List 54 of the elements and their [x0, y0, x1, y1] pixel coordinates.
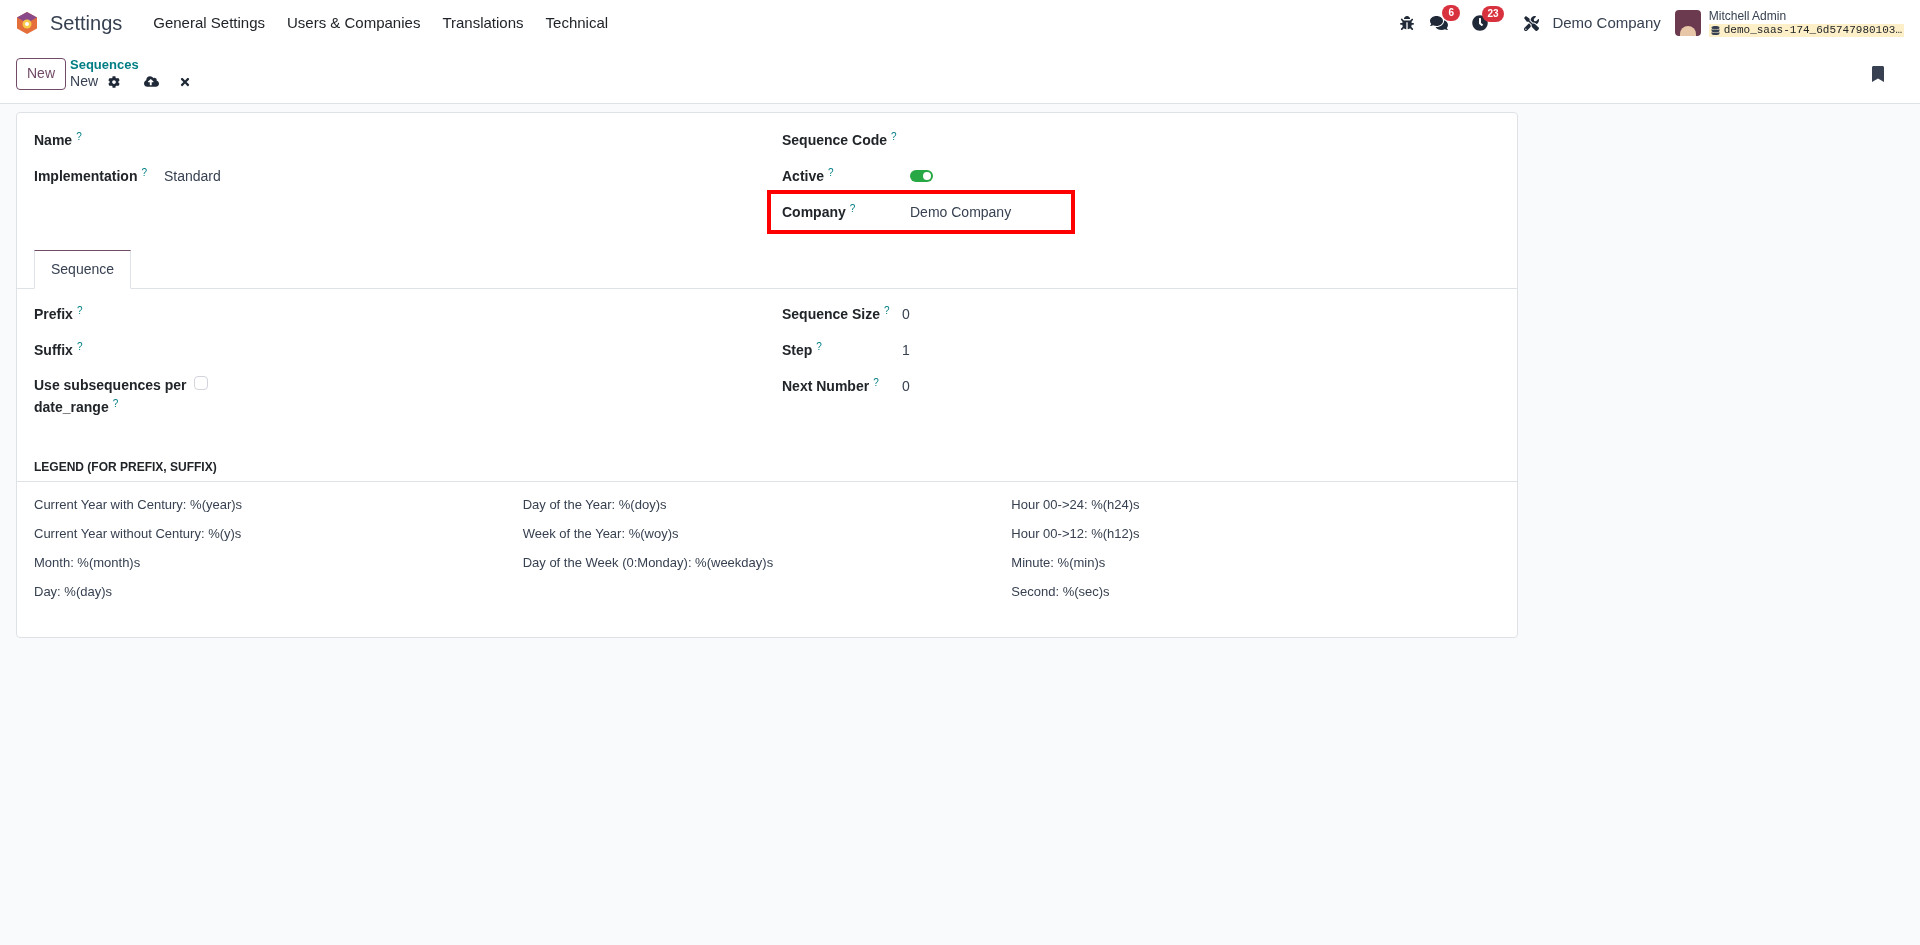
menu-item[interactable]: General Settings — [142, 11, 276, 35]
section-title: LEGEND (FOR PREFIX, SUFFIX) — [34, 460, 217, 474]
field-value[interactable]: 0 — [902, 303, 910, 325]
field-label: Prefix$^{?}$ — [34, 306, 83, 322]
menu-item[interactable]: Technical — [534, 11, 620, 35]
legend-text: Hour 00->12: %(h12)s — [1011, 525, 1141, 543]
bug-icon[interactable] — [1400, 16, 1415, 30]
company-switcher[interactable]: Demo Company — [1552, 11, 1661, 35]
legend-text: Week of the Year: %(woy)s — [522, 525, 680, 543]
field-label: Company$^{?}$ — [782, 203, 856, 220]
count-badge: 23 — [1482, 6, 1504, 22]
breadcrumb-link[interactable]: Sequences — [70, 56, 192, 73]
settings-icon[interactable] — [108, 75, 121, 88]
avatar[interactable] — [1674, 10, 1701, 36]
checkbox[interactable] — [194, 376, 208, 390]
field-label: Suffix$^{?}$ — [34, 342, 83, 358]
tools-icon[interactable] — [1524, 15, 1540, 31]
legend-text: Current Year with Century: %(year)s — [34, 496, 244, 514]
field-value[interactable]: Demo Company — [910, 201, 1012, 223]
menu-item[interactable]: Users & Companies — [276, 11, 432, 35]
field-label: Implementation$^{?}$ — [34, 167, 148, 184]
legend-text: Hour 00->24: %(h24)s — [1011, 496, 1141, 514]
database-name: demo_saas-174_6d5747980103… — [1723, 23, 1902, 38]
close-icon[interactable] — [179, 75, 192, 88]
legend-text: Minute: %(min)s — [1011, 554, 1107, 572]
field-label: Use subsequences per date_range$^{?}$ — [34, 377, 187, 415]
database-icon — [1710, 26, 1720, 35]
legend-text: Second: %(sec)s — [1011, 583, 1111, 601]
field-value[interactable]: 0 — [902, 375, 910, 397]
menu-item[interactable]: Translations — [431, 11, 535, 35]
legend-text: Month: %(month)s — [34, 554, 142, 572]
form-tab[interactable]: Sequence — [34, 250, 132, 289]
field-label: Name$^{?}$ — [34, 131, 82, 148]
user-name[interactable]: Mitchell Admin — [1708, 8, 1904, 24]
field-label: Sequence Size$^{?}$ — [782, 305, 890, 322]
chat-icon[interactable] — [1430, 14, 1449, 32]
field-label: Next Number$^{?}$ — [782, 377, 879, 394]
field-value[interactable]: Standard — [164, 165, 221, 187]
field-label: Sequence Code$^{?}$ — [782, 131, 897, 148]
new-button[interactable]: New — [16, 57, 66, 90]
legend-text: Day of the Week (0:Monday): %(weekday)s — [522, 554, 775, 572]
field-label: Step$^{?}$ — [782, 341, 822, 358]
legend-text: Day: %(day)s — [34, 583, 114, 601]
logo-icon — [16, 11, 38, 35]
legend-text: Current Year without Century: %(y)s — [34, 525, 243, 543]
field-value[interactable]: 1 — [902, 339, 910, 361]
save-icon[interactable] — [144, 74, 160, 90]
count-badge: 6 — [1442, 5, 1460, 21]
field-label: Active$^{?}$ — [782, 167, 834, 184]
record-title: New — [70, 72, 99, 91]
app-title[interactable]: Settings — [50, 8, 123, 38]
toggle-switch[interactable] — [910, 170, 933, 182]
bookmark-icon[interactable] — [1870, 65, 1886, 82]
legend-text: Day of the Year: %(doy)s — [522, 496, 668, 514]
